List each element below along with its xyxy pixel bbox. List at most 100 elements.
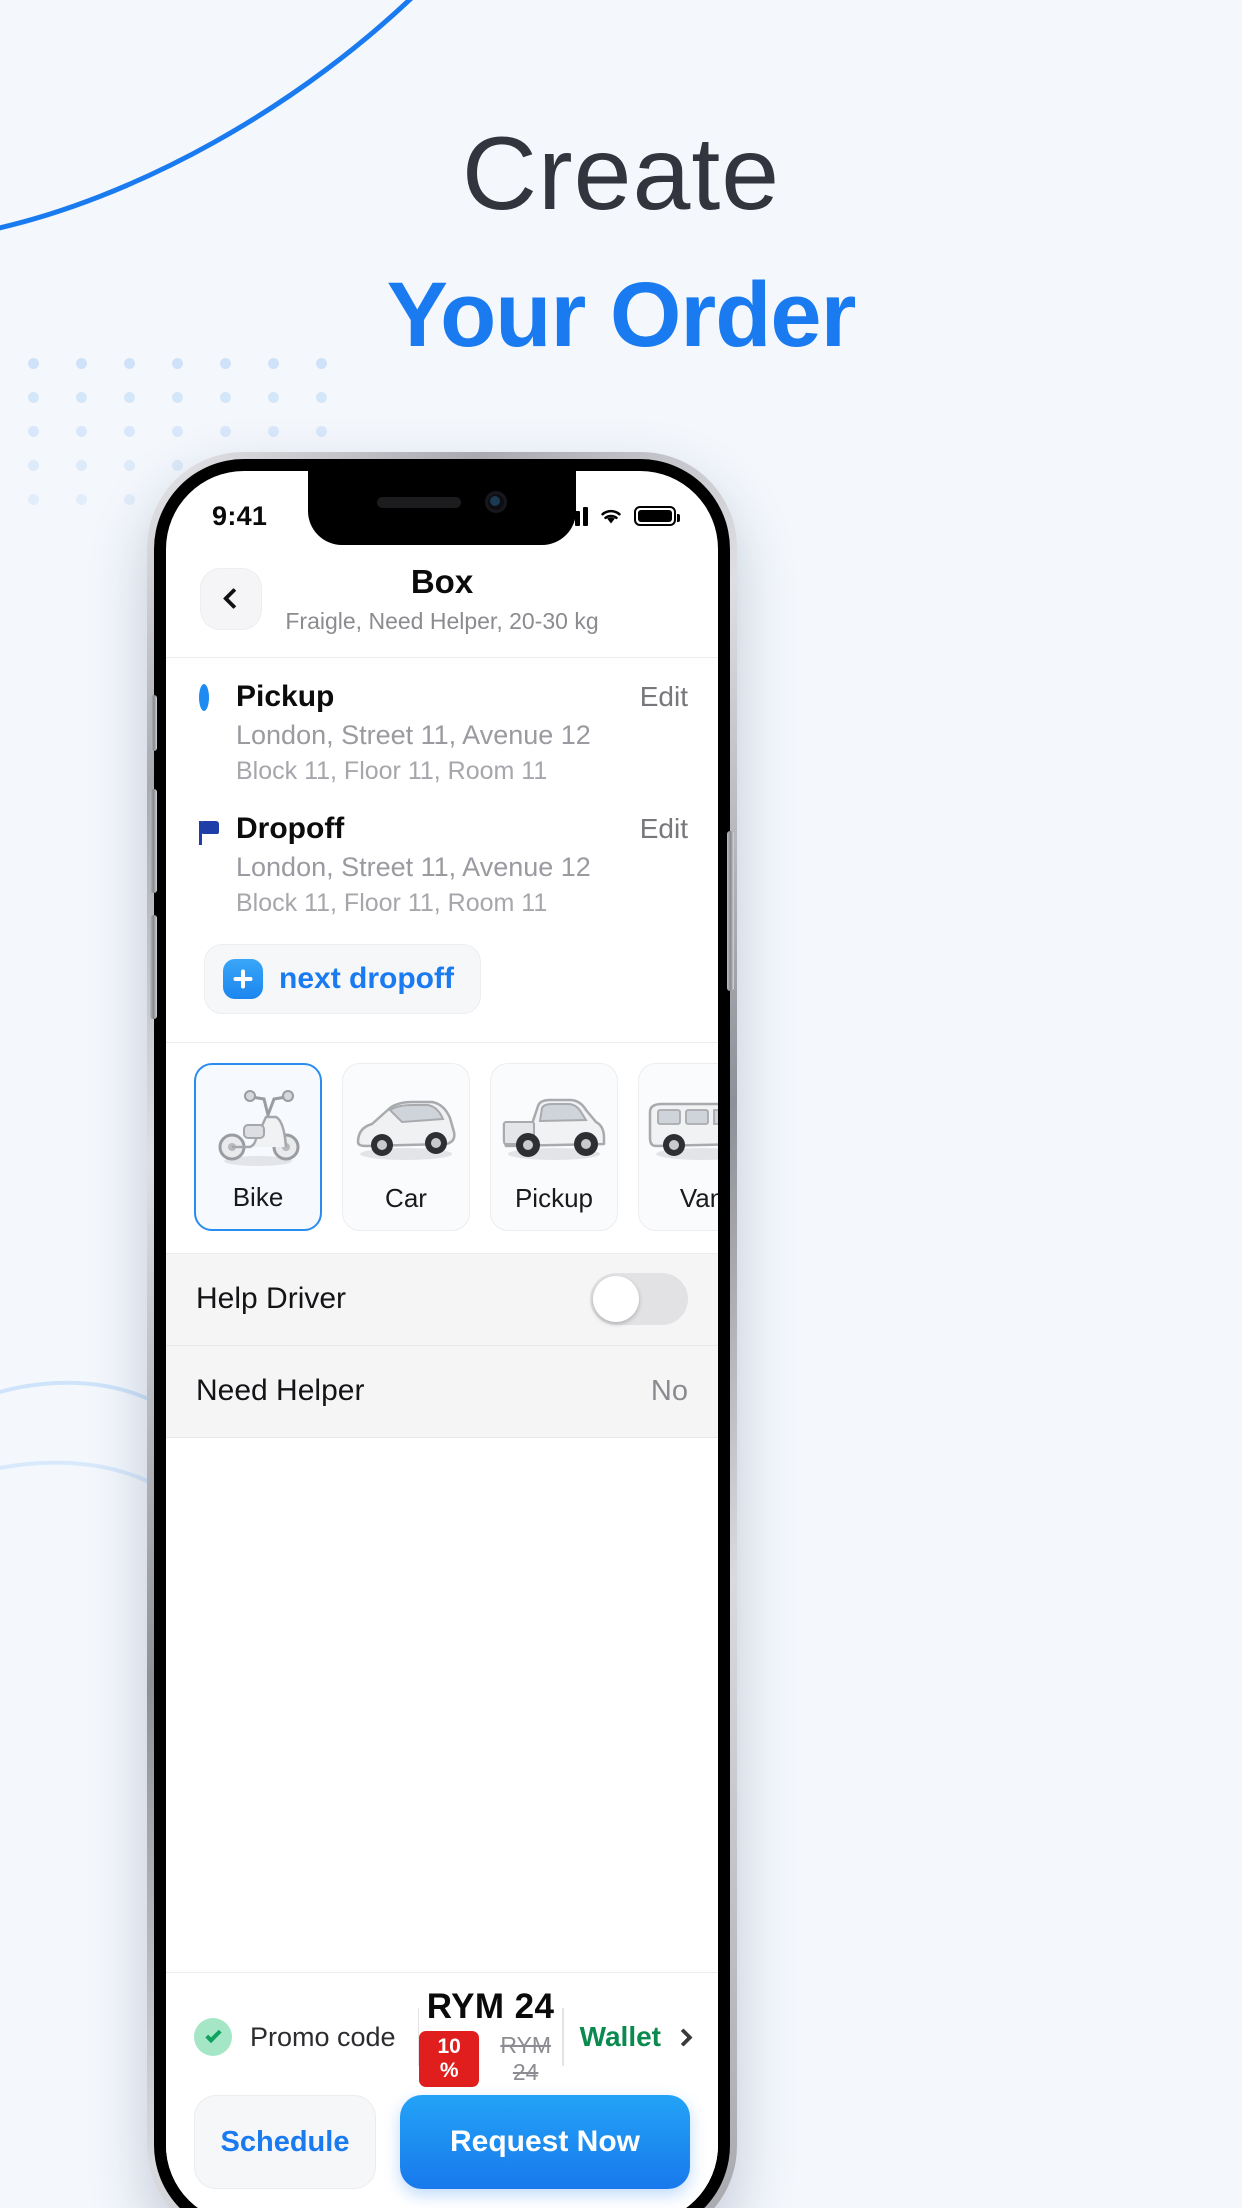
scooter-icon [202, 1079, 314, 1175]
decorative-dot [28, 494, 39, 505]
cta-row: Schedule Request Now [194, 2079, 690, 2208]
decorative-dot [220, 426, 231, 437]
pickup-row[interactable]: Pickup Edit London, Street 11, Avenue 12… [196, 680, 688, 786]
decorative-dot [124, 494, 135, 505]
status-indicators [559, 506, 680, 526]
add-next-dropoff-button[interactable]: next dropoff [204, 943, 481, 1014]
pickup-label: Pickup [236, 679, 335, 713]
help-driver-toggle[interactable] [590, 1273, 688, 1326]
battery-full-icon [634, 506, 680, 526]
promo-code-button[interactable]: Promo code [194, 2018, 418, 2056]
dropoff-address-line-1: London, Street 11, Avenue 12 [236, 851, 591, 882]
promo-price-bar: Promo code RYM 24 10 % RYM 24 Wallet [194, 1987, 693, 2087]
check-mark-icon [204, 2026, 222, 2044]
page-subtitle: Fraigle, Need Helper, 20-30 kg [285, 607, 599, 634]
decorative-dot [76, 426, 87, 437]
toggle-knob [593, 1276, 639, 1323]
schedule-button-label: Schedule [220, 2125, 350, 2158]
front-camera-icon [485, 491, 507, 513]
pickup-icon-slot [196, 680, 236, 711]
pickup-truck-icon [498, 1078, 610, 1174]
decorative-dot [316, 426, 327, 437]
dropoff-head: Dropoff Edit [236, 812, 688, 846]
decorative-dot [124, 392, 135, 403]
decorative-dot [28, 426, 39, 437]
wifi-icon [601, 509, 621, 524]
option-row-need-helper[interactable]: Need Helper No [166, 1345, 718, 1438]
status-time: 9:41 [212, 500, 268, 531]
decorative-dot [172, 460, 183, 471]
earpiece-speaker-icon [377, 496, 461, 508]
bottom-bar: Promo code RYM 24 10 % RYM 24 Wallet Sch… [166, 1972, 718, 2208]
phone-screen: 9:41 Box Fraigle, Need Helper, 20-30 kg … [166, 471, 718, 2208]
pickup-address-line-2: Block 11, Floor 11, Room 11 [236, 756, 548, 785]
dropoff-address-line-2: Block 11, Floor 11, Room 11 [236, 888, 548, 917]
address-section: Pickup Edit London, Street 11, Avenue 12… [166, 658, 718, 1043]
pickup-details: Pickup Edit London, Street 11, Avenue 12… [236, 680, 688, 786]
decorative-dot [76, 460, 87, 471]
vehicle-selector[interactable]: Bike Car Pickup Va [166, 1043, 718, 1254]
vehicle-card-van[interactable]: Van [638, 1062, 718, 1231]
sedan-icon [350, 1078, 462, 1174]
volume-down-button[interactable] [150, 915, 157, 1019]
discount-badge: 10 % [419, 2031, 480, 2087]
decorative-dot [28, 460, 39, 471]
need-helper-label: Need Helper [196, 1374, 365, 1408]
help-driver-label: Help Driver [196, 1282, 347, 1316]
silent-switch[interactable] [151, 695, 157, 751]
decorative-dot [268, 392, 279, 403]
check-circle-icon [194, 2018, 232, 2056]
option-row-help-driver[interactable]: Help Driver [166, 1253, 718, 1346]
pickup-edit-link[interactable]: Edit [640, 681, 688, 713]
decorative-dot [220, 392, 231, 403]
decorative-dot [268, 426, 279, 437]
promo-code-label: Promo code [250, 2021, 396, 2052]
price-block: RYM 24 10 % RYM 24 [419, 1987, 562, 2087]
request-now-button[interactable]: Request Now [400, 2095, 690, 2189]
vehicle-label-pickup: Pickup [514, 1182, 594, 1213]
price-discount-row: 10 % RYM 24 [419, 2031, 562, 2087]
vehicle-label-car: Car [385, 1182, 427, 1213]
add-next-dropoff-label: next dropoff [279, 961, 454, 995]
vehicle-label-bike: Bike [232, 1181, 284, 1212]
vehicle-card-pickup[interactable]: Pickup [490, 1062, 618, 1231]
hero-headline: Create Your Order [0, 116, 1242, 367]
dropoff-details: Dropoff Edit London, Street 11, Avenue 1… [236, 812, 688, 918]
need-helper-value: No [650, 1374, 688, 1407]
hero-line-1: Create [461, 116, 781, 232]
payment-method-label: Wallet [579, 2021, 661, 2052]
payment-method-selector[interactable]: Wallet [564, 2021, 693, 2053]
pickup-head: Pickup Edit [236, 680, 688, 714]
decorative-dot [76, 392, 87, 403]
van-icon [646, 1078, 718, 1174]
price-original: RYM 24 [500, 2032, 552, 2085]
schedule-button[interactable]: Schedule [194, 2095, 376, 2189]
vehicle-label-van: Van [679, 1182, 718, 1213]
dropoff-edit-link[interactable]: Edit [640, 813, 688, 845]
chevron-right-icon [674, 2027, 693, 2047]
vehicle-card-car[interactable]: Car [342, 1062, 470, 1231]
decorative-dot [124, 426, 135, 437]
hero-line-2: Your Order [386, 264, 857, 367]
price-amount: RYM 24 [426, 1987, 555, 2026]
phone-bezel: 9:41 Box Fraigle, Need Helper, 20-30 kg … [150, 459, 734, 2208]
volume-up-button[interactable] [150, 789, 157, 893]
plus-icon [223, 958, 263, 999]
power-button[interactable] [727, 831, 734, 991]
decorative-dot [172, 392, 183, 403]
pickup-pin-icon [199, 683, 209, 711]
decorative-dot [76, 494, 87, 505]
dropoff-row[interactable]: Dropoff Edit London, Street 11, Avenue 1… [196, 812, 688, 918]
decorative-dot [124, 460, 135, 471]
header-text-block: Box Fraigle, Need Helper, 20-30 kg [200, 563, 684, 635]
request-now-button-label: Request Now [449, 2125, 641, 2158]
address-divider-space [196, 786, 688, 812]
vehicle-card-bike[interactable]: Bike [194, 1062, 322, 1231]
page-title: Box [410, 563, 474, 600]
notch [308, 471, 576, 545]
phone-mockup: 9:41 Box Fraigle, Need Helper, 20-30 kg … [147, 452, 737, 2208]
decorative-dot [316, 392, 327, 403]
decorative-dot [172, 426, 183, 437]
pickup-address-line-1: London, Street 11, Avenue 12 [236, 719, 591, 750]
dropoff-label: Dropoff [236, 811, 345, 845]
